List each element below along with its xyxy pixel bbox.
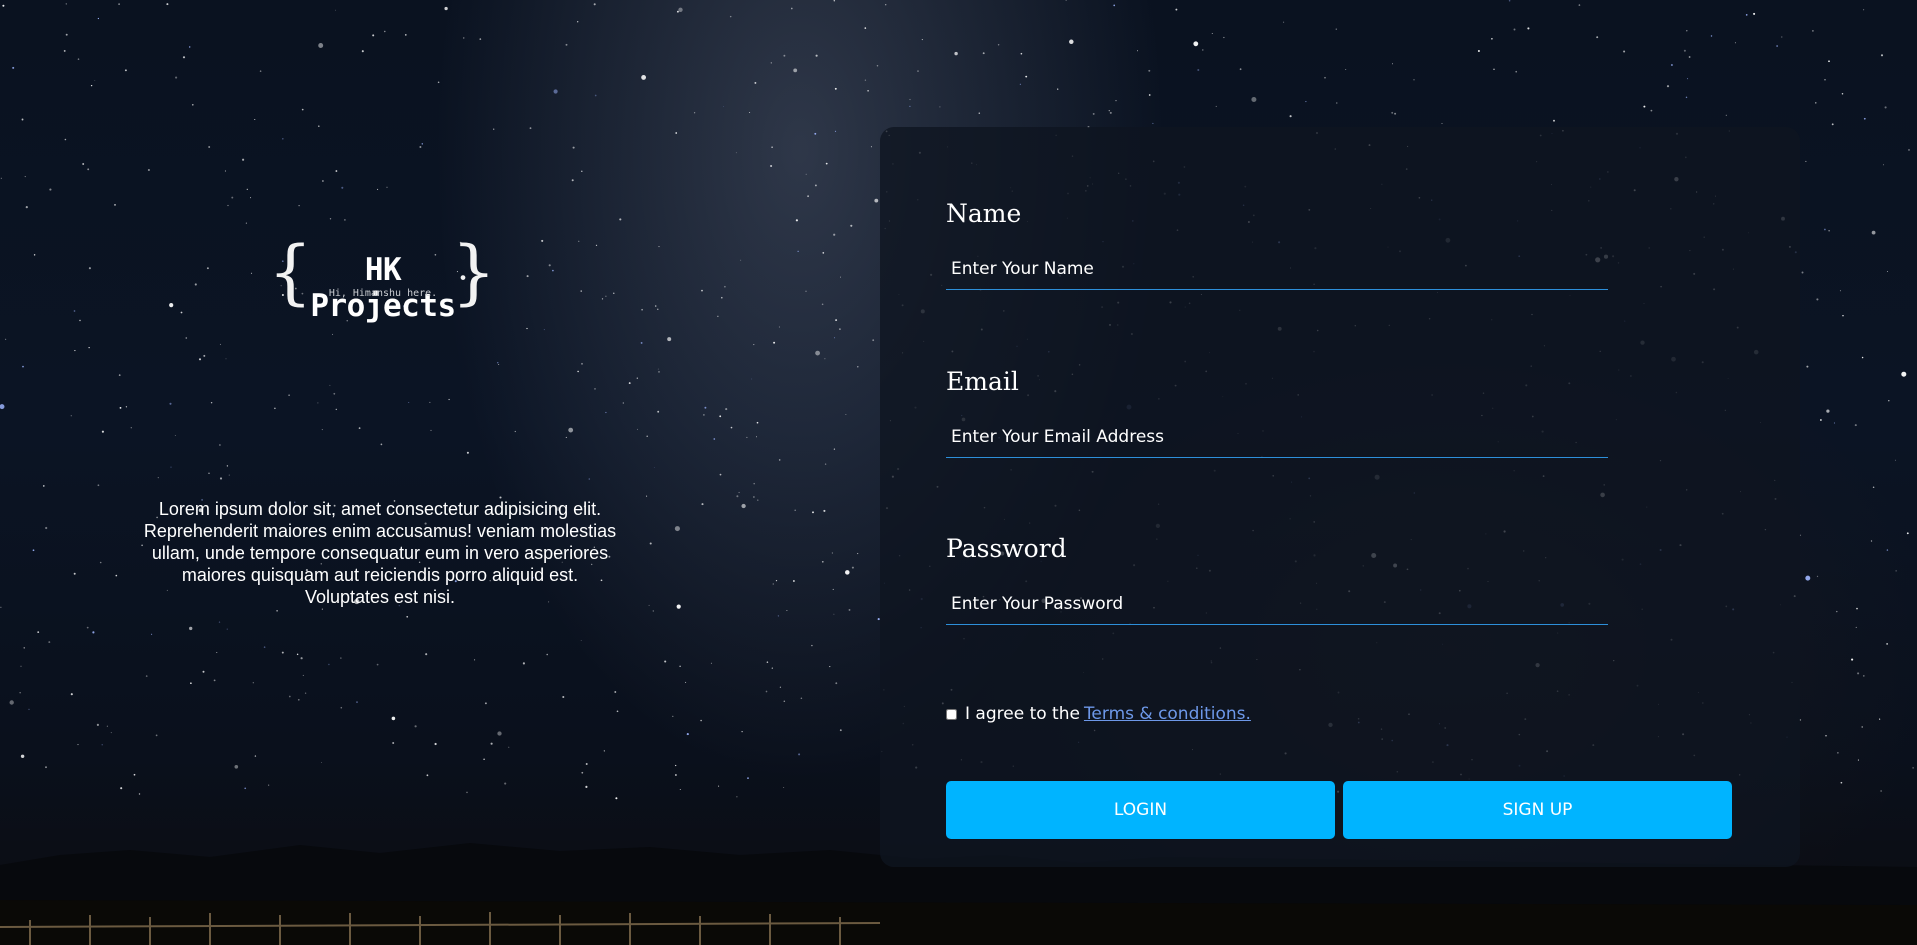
- intro-text: Lorem ipsum dolor sit, amet consectetur …: [143, 499, 617, 607]
- email-label: Email: [946, 367, 1019, 396]
- email-input[interactable]: [946, 416, 1608, 458]
- password-label: Password: [946, 534, 1067, 563]
- name-label: Name: [946, 199, 1022, 228]
- terms-agreement: I agree to the Terms & conditions.: [946, 703, 1251, 725]
- brand-logo: { HK Projects Hi, Himanshu here. }: [268, 231, 496, 324]
- signup-button[interactable]: SIGN UP: [1343, 781, 1732, 839]
- name-input[interactable]: [946, 248, 1608, 290]
- terms-link[interactable]: Terms & conditions.: [1084, 704, 1251, 724]
- terms-agree-text: I agree to the: [965, 704, 1080, 724]
- login-button[interactable]: LOGIN: [946, 781, 1335, 839]
- brand-subtitle: Hi, Himanshu here.: [328, 288, 438, 299]
- terms-checkbox[interactable]: [946, 708, 957, 720]
- signup-form-card: Name Email Password I agree to the Terms…: [880, 127, 1800, 867]
- password-input[interactable]: [946, 583, 1608, 625]
- right-brace-icon: }: [451, 231, 496, 313]
